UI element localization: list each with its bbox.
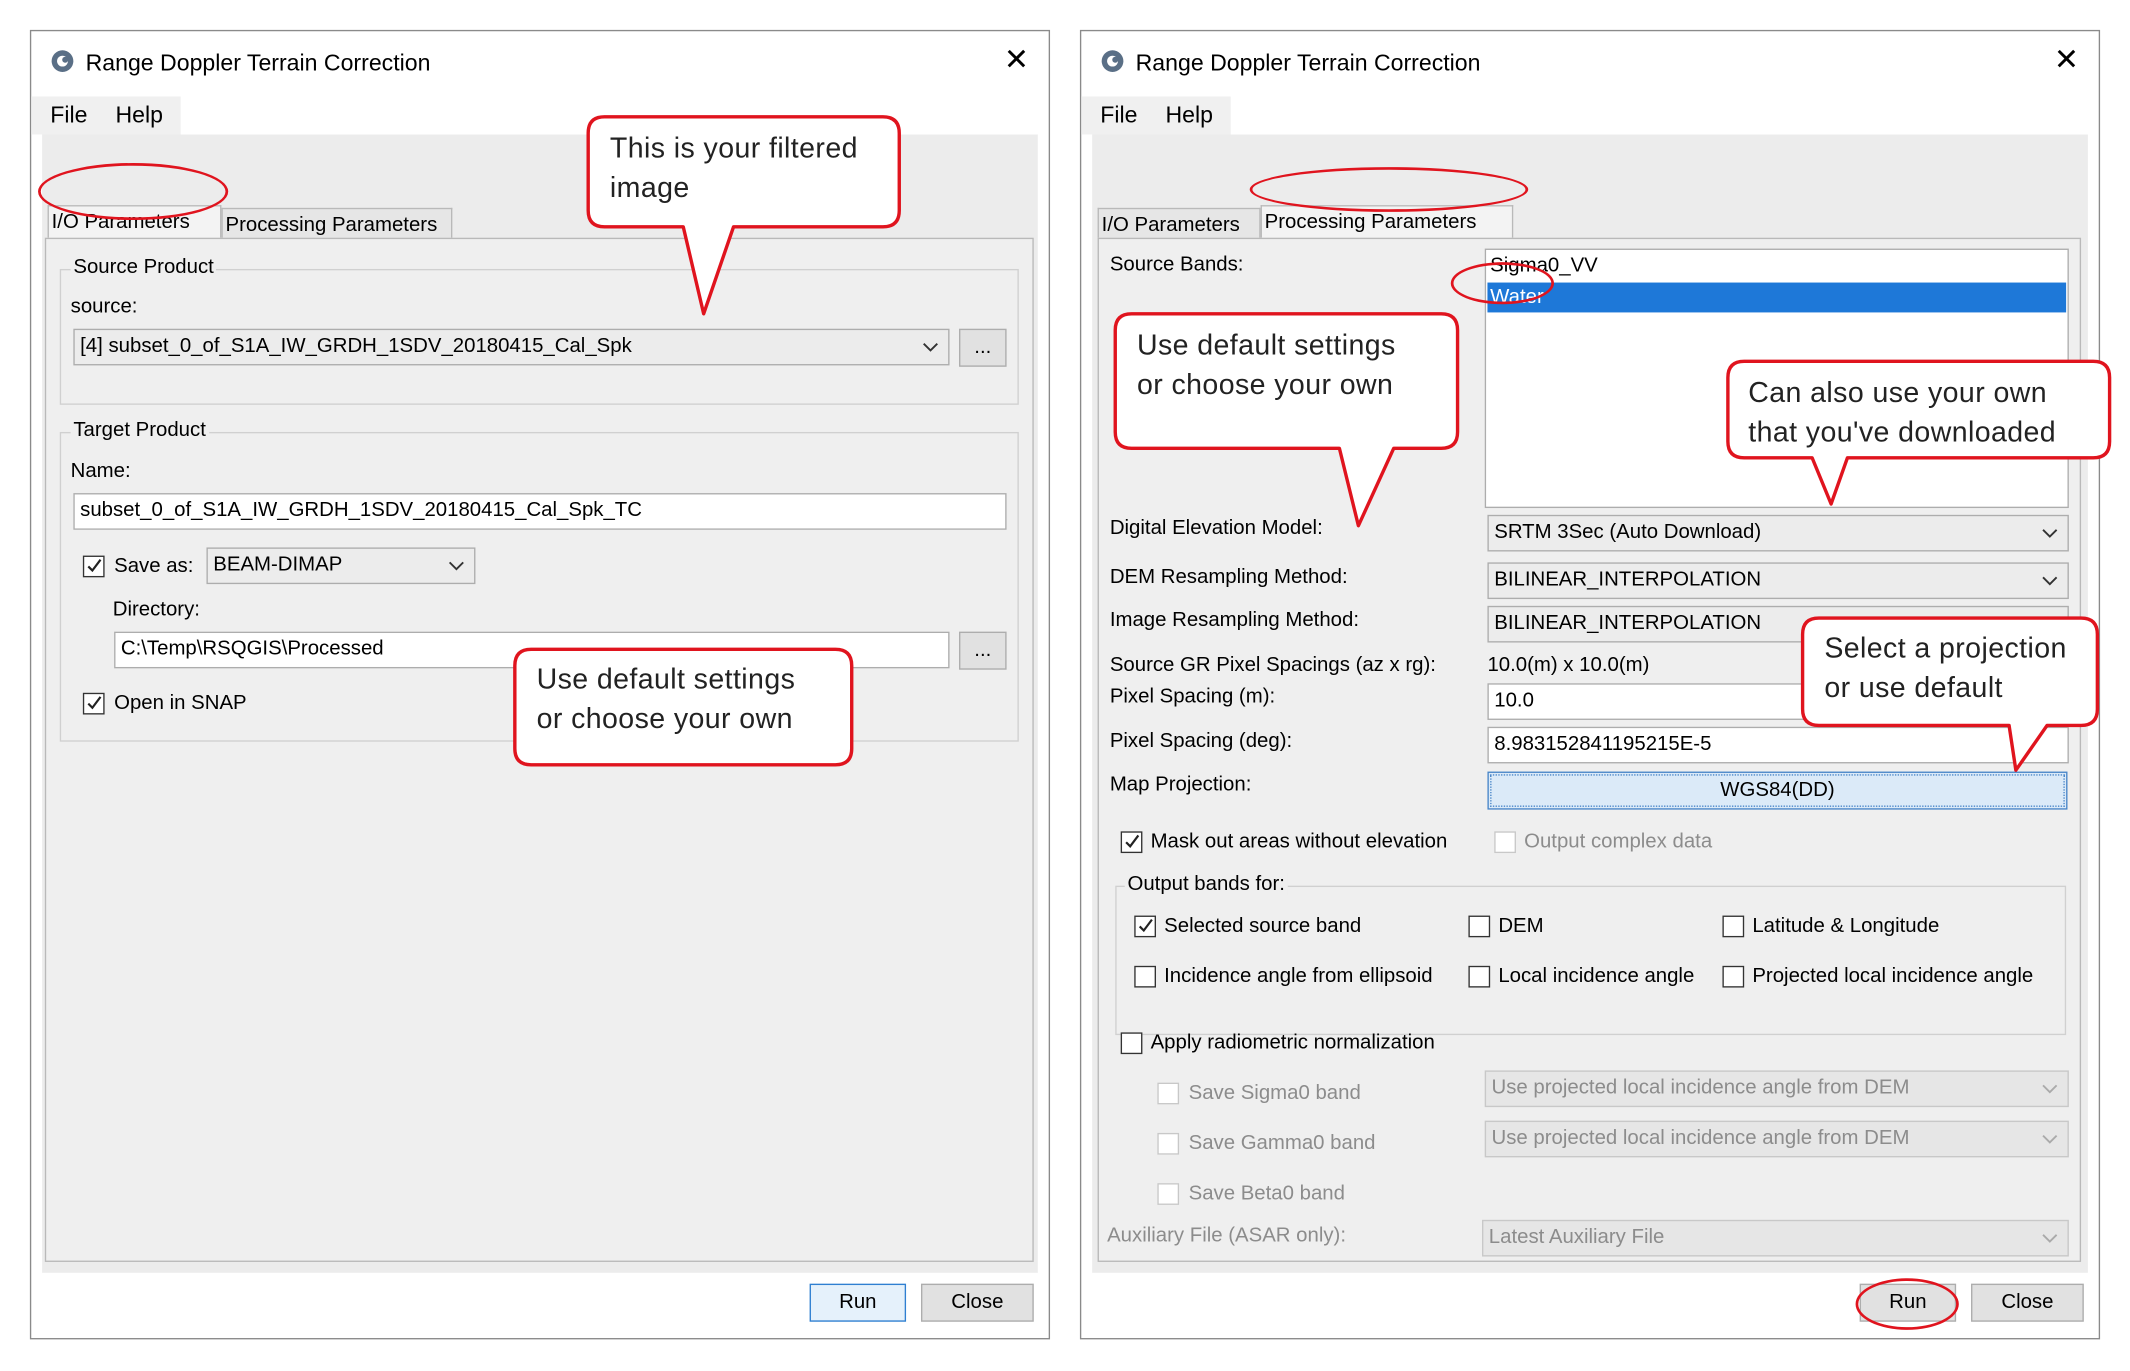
callout-own-dem-text: Can also use your own that you've downloa… <box>1748 377 2057 449</box>
highlight-run-button <box>1855 1278 1959 1330</box>
screenshot: Range Doppler Terrain Correction ✕ File … <box>0 0 2130 1371</box>
callout-projection-text: Select a projection or use default <box>1824 633 2067 704</box>
highlight-processing-tab <box>1249 167 1529 212</box>
highlight-water-band <box>1450 262 1555 305</box>
callout-right-defaults-text: Use default settings or choose your own <box>1136 330 1396 401</box>
callout-filtered-image-text: This is your filtered image <box>609 133 858 204</box>
annotation-layer <box>513 115 2112 772</box>
callout-left-defaults-text: Use default settings or choose your own <box>536 664 796 735</box>
highlight-io-tab <box>38 163 229 221</box>
